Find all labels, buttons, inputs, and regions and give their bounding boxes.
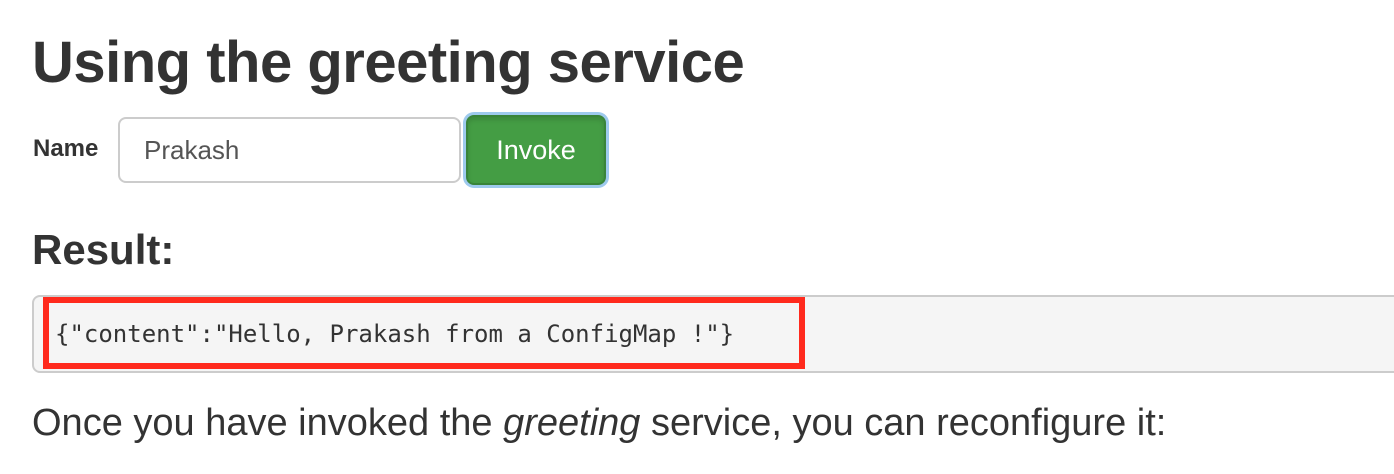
invoke-button[interactable]: Invoke: [466, 115, 606, 185]
instruction-text-before: Once you have invoked the: [32, 402, 504, 444]
result-text: {"content":"Hello, Prakash from a Config…: [55, 320, 735, 348]
instruction-text: Once you have invoked the greeting servi…: [32, 398, 1166, 448]
name-input[interactable]: [118, 117, 461, 183]
name-label: Name: [33, 135, 99, 162]
instruction-text-emphasis: greeting: [503, 402, 641, 444]
page: Using the greeting service Name Invoke R…: [0, 0, 1394, 474]
result-heading: Result:: [32, 226, 175, 273]
page-title: Using the greeting service: [32, 30, 745, 95]
instruction-text-after: service, you can reconfigure it:: [640, 402, 1167, 444]
